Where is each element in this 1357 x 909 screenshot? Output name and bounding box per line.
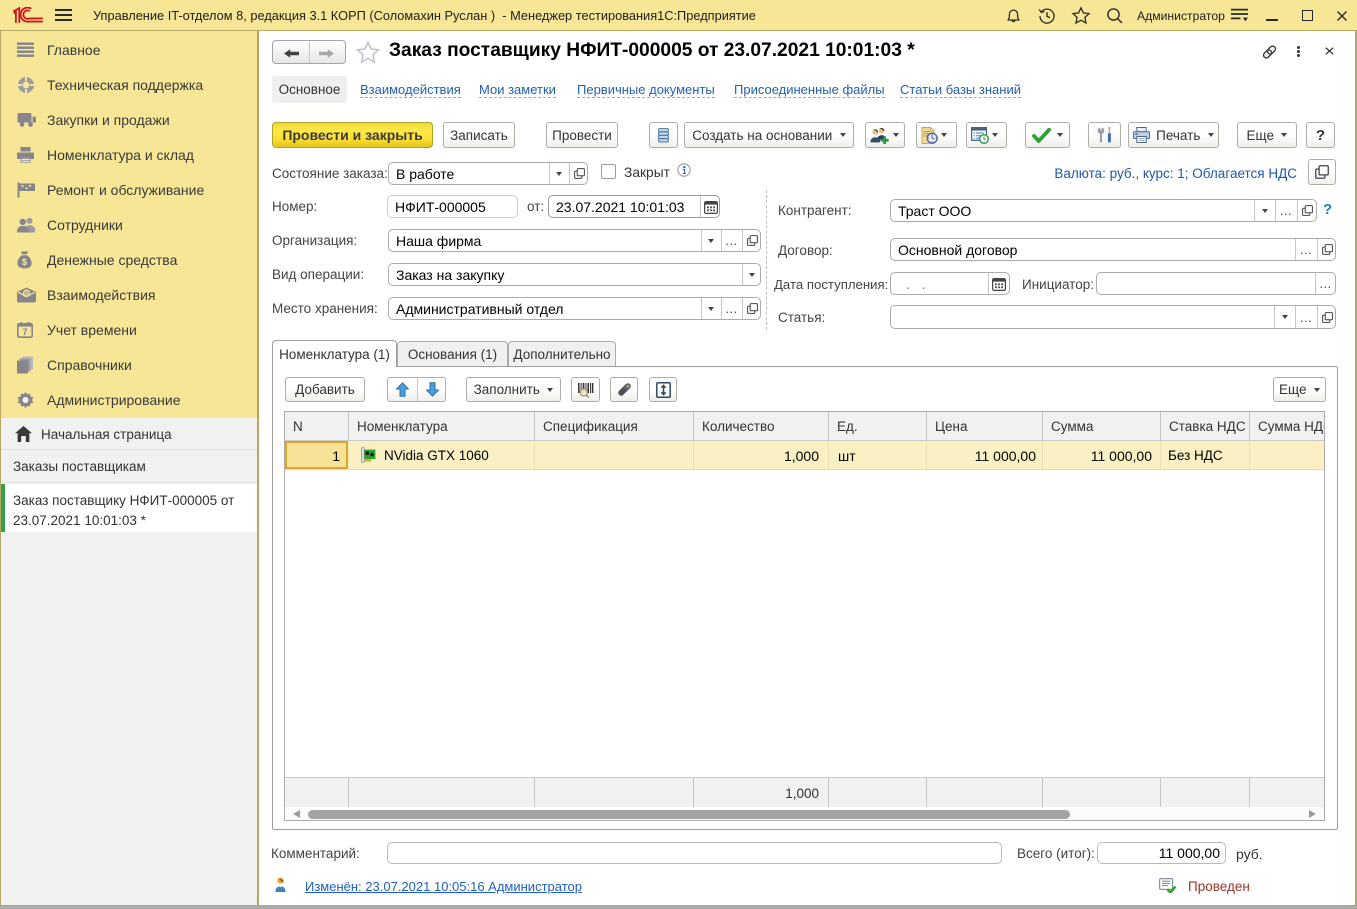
svg-text:$: $ <box>22 257 27 267</box>
svg-text:7: 7 <box>22 327 27 337</box>
svg-text:@: @ <box>23 289 31 298</box>
